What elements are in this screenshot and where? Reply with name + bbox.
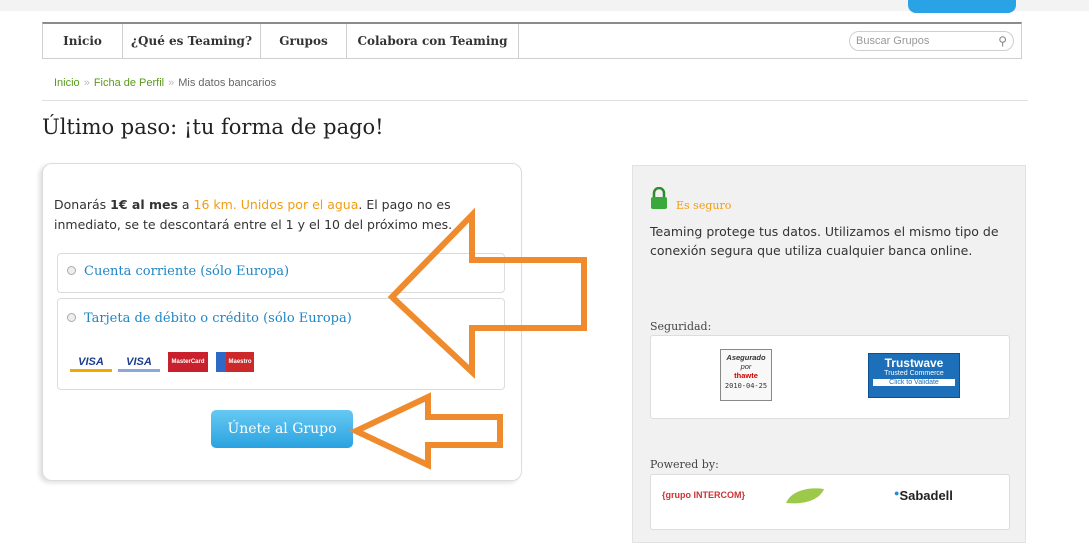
seal-brand: thawte xyxy=(734,371,758,380)
arrow-small xyxy=(348,392,503,470)
seal-date: 2010-04-25 xyxy=(724,382,768,390)
seal-title: Trustwave xyxy=(884,356,944,370)
trustwave-seal[interactable]: Trustwave Trusted Commerce Click to Vali… xyxy=(868,353,960,398)
arrow-large xyxy=(387,207,587,379)
partners-box xyxy=(650,474,1010,530)
seal-line: por xyxy=(740,362,752,371)
powered-label: Powered by: xyxy=(650,458,719,471)
security-text: Teaming protege tus datos. Utilizamos el… xyxy=(650,224,999,258)
sabadell-logo: ●Sabadell xyxy=(894,488,953,503)
partner-leaf-logo xyxy=(786,488,824,504)
seal-cta: Click to Validate xyxy=(873,379,955,386)
seal-line: Asegurado xyxy=(726,353,766,362)
security-label: Seguridad: xyxy=(650,320,712,333)
sabadell-wordmark: Sabadell xyxy=(899,488,953,503)
intercom-logo: {grupo INTERCOM} xyxy=(662,490,745,500)
thawte-seal[interactable]: Asegurado por thawte 2010-04-25 xyxy=(720,349,772,401)
seal-subtitle: Trusted Commerce xyxy=(884,370,944,377)
secure-label: Es seguro xyxy=(676,199,732,212)
padlock-icon xyxy=(651,187,667,209)
